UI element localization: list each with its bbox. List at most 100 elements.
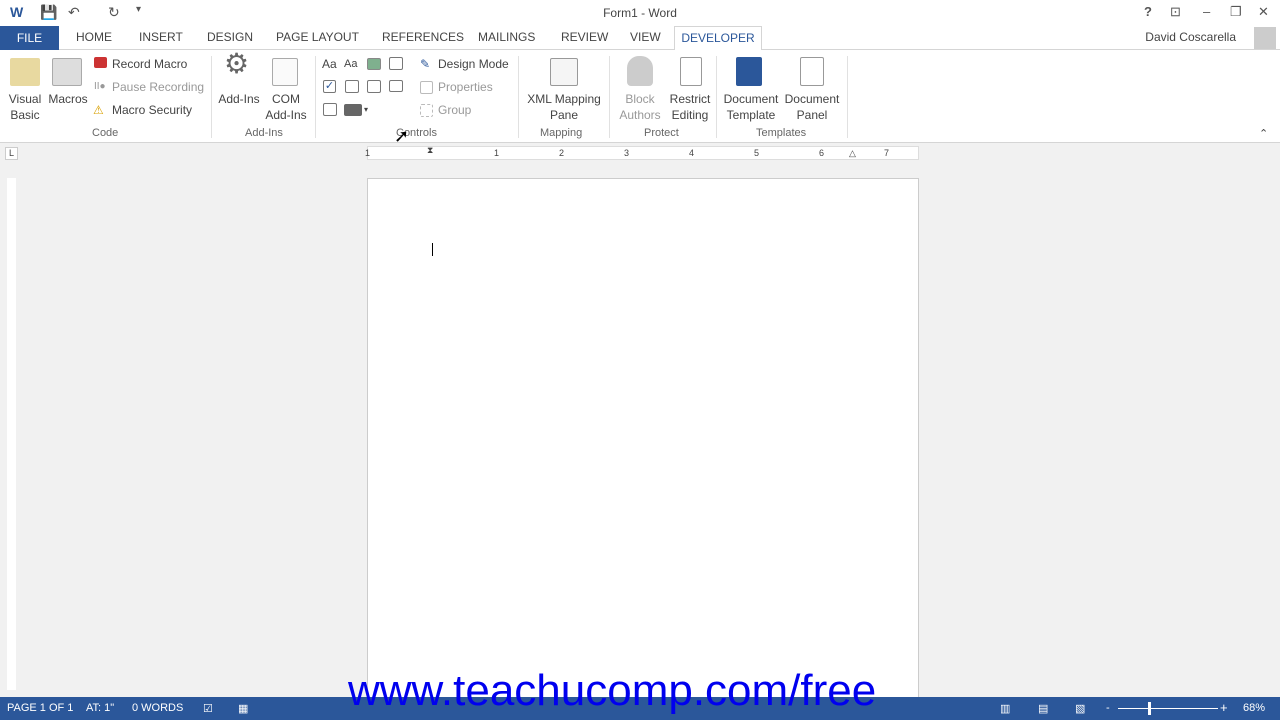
- xml-mapping-pane-button[interactable]: XML Mapping Pane: [522, 91, 606, 123]
- zoom-out-button[interactable]: -: [1106, 702, 1110, 714]
- zoom-slider-thumb[interactable]: [1148, 702, 1151, 715]
- combo-box-control-icon[interactable]: [345, 80, 359, 93]
- picture-control-icon[interactable]: [367, 58, 381, 70]
- ruler-number: 5: [754, 148, 760, 158]
- vertical-ruler[interactable]: [7, 178, 16, 690]
- document-template-button[interactable]: Document Template: [720, 91, 782, 123]
- macro-security-button[interactable]: Macro Security: [112, 102, 192, 118]
- text-cursor: [432, 243, 433, 256]
- com-add-ins-button[interactable]: COM Add-Ins: [262, 91, 310, 123]
- restrict-editing-icon: [680, 57, 702, 86]
- title-bar: W 💾 ↶ ↻ ▾ Form1 - Word ? ⊡ – ❐ ✕: [0, 0, 1280, 26]
- label: Add-Ins: [265, 108, 307, 122]
- visual-basic-button[interactable]: Visual Basic: [4, 91, 46, 123]
- divider: [609, 56, 610, 138]
- tab-page-layout[interactable]: PAGE LAYOUT: [276, 30, 359, 44]
- warning-icon: ⚠: [93, 103, 104, 117]
- checkbox-control-icon[interactable]: ✓: [323, 80, 336, 93]
- group-icon: [420, 104, 433, 117]
- tab-developer[interactable]: DEVELOPER: [674, 26, 762, 51]
- label: Pane: [549, 108, 579, 122]
- close-button[interactable]: ✕: [1258, 4, 1269, 20]
- label: Authors: [619, 108, 661, 122]
- zoom-in-button[interactable]: +: [1220, 700, 1228, 715]
- group-label-protect: Protect: [644, 127, 679, 139]
- record-macro-button[interactable]: Record Macro: [112, 56, 187, 72]
- restore-button[interactable]: ❐: [1230, 4, 1242, 20]
- divider: [211, 56, 212, 138]
- group-label-mapping: Mapping: [540, 127, 583, 139]
- macro-recording-icon[interactable]: ▦: [238, 702, 248, 715]
- label: Restrict: [669, 92, 711, 106]
- ruler-number: 6: [819, 148, 825, 158]
- design-mode-button[interactable]: Design Mode: [438, 56, 509, 72]
- tab-home[interactable]: HOME: [76, 30, 112, 44]
- tab-view[interactable]: VIEW: [630, 30, 661, 44]
- label: Panel: [796, 108, 828, 122]
- ruler-number: 4: [689, 148, 695, 158]
- ribbon-tabs: FILE HOME INSERT DESIGN PAGE LAYOUT REFE…: [0, 26, 1280, 51]
- building-block-control-icon[interactable]: [389, 57, 403, 70]
- block-authors-button: Block Authors: [612, 91, 668, 123]
- group-label-add-ins: Add-Ins: [245, 127, 283, 139]
- tab-mailings[interactable]: MAILINGS: [478, 30, 535, 44]
- ruler-number: 2: [559, 148, 565, 158]
- block-authors-icon: [627, 56, 653, 86]
- help-button[interactable]: ?: [1144, 4, 1152, 19]
- page-count[interactable]: PAGE 1 OF 1: [7, 702, 73, 714]
- label: Document: [784, 92, 840, 106]
- tab-references[interactable]: REFERENCES: [382, 30, 464, 44]
- right-indent-marker-icon[interactable]: △: [849, 148, 856, 159]
- record-macro-icon: [94, 57, 107, 68]
- tab-file[interactable]: FILE: [0, 26, 59, 50]
- read-mode-icon[interactable]: ▥: [1000, 702, 1010, 715]
- word-count[interactable]: 0 WORDS: [132, 702, 183, 714]
- zoom-slider[interactable]: [1118, 708, 1218, 709]
- legacy-tools-icon[interactable]: [344, 104, 362, 116]
- dropdown-list-control-icon[interactable]: [367, 80, 381, 93]
- restrict-editing-button[interactable]: Restrict Editing: [666, 91, 714, 123]
- group-label-code: Code: [92, 127, 119, 139]
- group-button: Group: [438, 103, 472, 117]
- cursor-position[interactable]: AT: 1": [86, 702, 114, 714]
- add-ins-button[interactable]: Add-Ins: [216, 91, 262, 107]
- date-picker-control-icon[interactable]: [389, 80, 403, 92]
- macros-button[interactable]: Macros: [46, 91, 90, 107]
- document-panel-icon: [800, 57, 824, 86]
- user-name[interactable]: David Coscarella: [1145, 30, 1236, 44]
- chevron-down-icon[interactable]: ▾: [364, 102, 368, 118]
- label: Template: [726, 108, 776, 122]
- minimize-button[interactable]: –: [1203, 4, 1210, 19]
- window-title: Form1 - Word: [603, 6, 677, 20]
- label: Block: [625, 92, 655, 106]
- ruler-number: 1: [365, 148, 371, 158]
- label: XML Mapping: [527, 92, 601, 106]
- print-layout-icon[interactable]: ▤: [1038, 702, 1048, 715]
- label: Basic: [10, 108, 40, 122]
- macros-icon: [52, 58, 82, 86]
- indent-marker-icon[interactable]: ⧗: [427, 145, 433, 156]
- tab-design[interactable]: DESIGN: [207, 30, 253, 44]
- zoom-level[interactable]: 68%: [1243, 702, 1265, 714]
- repeating-section-control-icon[interactable]: [323, 103, 337, 116]
- tab-insert[interactable]: INSERT: [139, 30, 183, 44]
- horizontal-ruler[interactable]: 1 1 2 3 4 5 6 7 ⧗ △: [365, 145, 919, 160]
- label: COM: [272, 92, 300, 106]
- mouse-pointer-icon: ➚: [394, 126, 410, 146]
- tab-review[interactable]: REVIEW: [561, 30, 608, 44]
- tab-selector-icon[interactable]: L: [5, 147, 18, 160]
- proofing-icon[interactable]: ☑: [203, 702, 213, 715]
- document-page[interactable]: [367, 178, 919, 698]
- xml-mapping-icon: [550, 58, 578, 86]
- plain-text-control-button[interactable]: Aa: [344, 56, 357, 72]
- collapse-ribbon-icon[interactable]: ⌃: [1259, 126, 1268, 142]
- ribbon-display-options-button[interactable]: ⊡: [1170, 4, 1181, 20]
- properties-icon: [420, 81, 433, 94]
- avatar[interactable]: [1254, 27, 1276, 49]
- ruler-number: 3: [624, 148, 630, 158]
- watermark: www.teachucomp.com/free: [348, 666, 877, 715]
- web-layout-icon[interactable]: ▧: [1075, 702, 1085, 715]
- pause-icon: II●: [94, 81, 106, 92]
- document-panel-button[interactable]: Document Panel: [782, 91, 842, 123]
- rich-text-control-button[interactable]: Aa: [322, 56, 337, 72]
